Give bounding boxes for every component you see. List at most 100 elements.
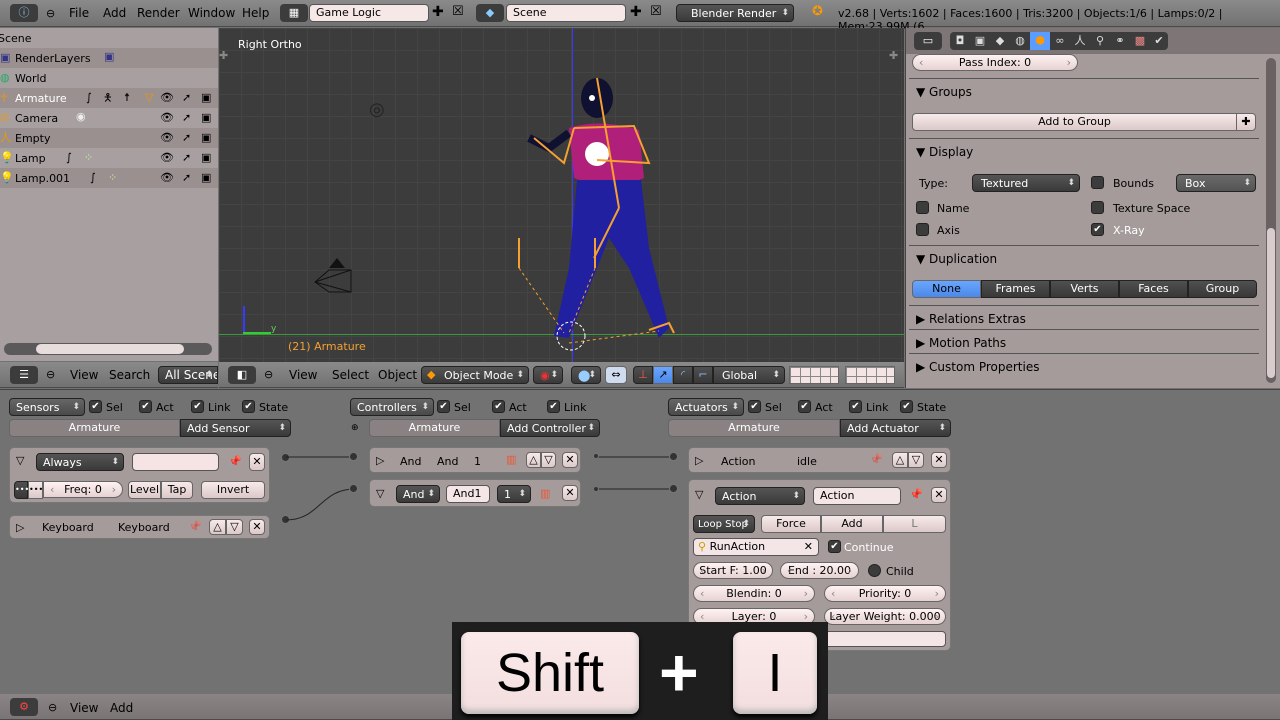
editor-type-properties-icon[interactable]: ▭: [914, 32, 942, 50]
object-data-tab-icon[interactable]: 人: [1070, 32, 1090, 50]
pin-icon[interactable]: 📌: [909, 489, 923, 501]
dupli-faces-button[interactable]: Faces: [1119, 280, 1188, 298]
layer-buttons-1[interactable]: [789, 366, 839, 384]
manipulator-toggle[interactable]: ⇔: [605, 366, 627, 384]
eye-icon[interactable]: 👁: [160, 92, 174, 104]
scene-selector-icon[interactable]: ◆: [476, 4, 504, 22]
bone-constraints-tab-icon[interactable]: ⚭: [1110, 32, 1130, 50]
render-camera-icon[interactable]: ▣: [201, 172, 211, 184]
controller-output-socket[interactable]: [593, 453, 599, 459]
render-camera-icon[interactable]: ▣: [201, 112, 211, 124]
controller-name-field[interactable]: And1: [446, 485, 490, 503]
scrollbar-thumb[interactable]: [36, 344, 184, 354]
world-tab-icon[interactable]: ◍: [1010, 32, 1030, 50]
viewport-menu-select[interactable]: Select: [332, 368, 369, 382]
translate-manipulator-icon[interactable]: ⊥: [633, 366, 653, 384]
move-up-button[interactable]: △: [892, 452, 908, 468]
collapse-triangle-icon[interactable]: ▽: [695, 489, 703, 501]
add-group-plus-icon[interactable]: ✚: [1236, 113, 1256, 131]
remove-actuator-button[interactable]: ✕: [931, 487, 947, 503]
bone-tab-icon[interactable]: ⚲: [1090, 32, 1110, 50]
eye-icon[interactable]: 👁: [160, 172, 174, 184]
controllers-sel-checkbox[interactable]: ✔: [437, 400, 450, 413]
collapse-menu-icon[interactable]: ⊖: [46, 8, 55, 20]
render-camera-icon[interactable]: ▣: [201, 92, 211, 104]
controller-type-dropdown[interactable]: And: [396, 485, 440, 503]
mode-dropdown[interactable]: ◆ Object Mode: [421, 366, 529, 384]
select-cursor-icon[interactable]: ➚: [182, 172, 191, 184]
sensors-link-checkbox[interactable]: ✔: [191, 400, 204, 413]
bookmark-priority-icon[interactable]: ▥: [506, 454, 516, 466]
display-panel-header[interactable]: ▼ Display: [916, 145, 973, 159]
outliner-root-scene[interactable]: Scene: [0, 32, 32, 45]
sensor-name-field[interactable]: [132, 453, 219, 471]
remove-controller-button[interactable]: ✕: [562, 485, 578, 501]
eye-icon[interactable]: 👁: [160, 132, 174, 144]
add-actuator-dropdown[interactable]: Add Actuator: [840, 419, 951, 437]
actuators-dropdown[interactable]: Actuators: [668, 398, 744, 416]
start-frame-field[interactable]: Start F: 1.00: [693, 562, 773, 579]
pass-index-field[interactable]: Pass Index: 0: [912, 54, 1078, 71]
camera-data-icon[interactable]: ◉: [76, 111, 86, 123]
local-button[interactable]: L: [883, 515, 946, 533]
move-down-button[interactable]: ▽: [541, 452, 556, 468]
mesh-triangle-icon[interactable]: ▽: [145, 92, 153, 104]
constraint-icon[interactable]: ∫: [66, 152, 72, 164]
render-camera-icon[interactable]: ▣: [201, 152, 211, 164]
pivot-point-dropdown[interactable]: ⬤: [571, 366, 601, 384]
select-cursor-icon[interactable]: ➚: [182, 132, 191, 144]
constraint-icon[interactable]: ∫: [86, 92, 92, 104]
remove-controller-button[interactable]: ✕: [562, 452, 578, 468]
continue-checkbox[interactable]: ✔: [828, 540, 841, 553]
pin-icon[interactable]: 📌: [188, 521, 202, 533]
add-layout-icon[interactable]: ✚: [432, 5, 444, 19]
controller-input-socket[interactable]: [349, 484, 358, 493]
lamp-data-icon[interactable]: ⁘: [108, 172, 117, 184]
add-to-group-button[interactable]: Add to Group: [912, 113, 1237, 131]
bookmark-priority-icon[interactable]: ▥: [540, 488, 550, 500]
editor-type-outliner-icon[interactable]: ☰: [10, 366, 38, 384]
menu-file[interactable]: File: [69, 6, 89, 20]
collapse-menu-icon[interactable]: ⊖: [264, 369, 273, 381]
actuator-name-field[interactable]: Action: [813, 487, 901, 505]
child-checkbox[interactable]: [868, 564, 881, 577]
scale-manipulator-icon[interactable]: ⌐: [693, 366, 713, 384]
scrollbar-thumb[interactable]: [1267, 228, 1275, 378]
move-down-button[interactable]: ▽: [226, 519, 243, 535]
camera-object[interactable]: [311, 256, 355, 296]
pulse-true-button[interactable]: •••: [14, 481, 29, 499]
constraint-icon[interactable]: ∫: [90, 172, 96, 184]
constraints-tab-icon[interactable]: ∞: [1050, 32, 1070, 50]
controllers-act-checkbox[interactable]: ✔: [492, 400, 505, 413]
move-up-button[interactable]: △: [209, 519, 226, 535]
expand-triangle-icon[interactable]: ▷: [16, 522, 24, 534]
frame-property-field[interactable]: [824, 631, 946, 647]
bounds-type-dropdown[interactable]: Box: [1176, 174, 1256, 192]
render-camera-icon[interactable]: ▣: [201, 132, 211, 144]
dupli-frames-button[interactable]: Frames: [981, 280, 1050, 298]
actuators-state-checkbox[interactable]: ✔: [900, 400, 913, 413]
translate-arrow-icon[interactable]: ↗: [653, 366, 673, 384]
controller-state-dropdown[interactable]: 1: [497, 485, 531, 503]
controller-output-socket[interactable]: [593, 486, 599, 492]
render-engine-dropdown[interactable]: Blender Render: [676, 4, 794, 22]
bone-icon[interactable]: ☨: [124, 92, 130, 104]
collapse-menu-icon[interactable]: ⊖: [48, 702, 57, 714]
expand-triangle-icon[interactable]: ▷: [376, 455, 384, 467]
dupli-group-button[interactable]: Group: [1188, 280, 1257, 298]
layout-name-field[interactable]: Game Logic: [309, 4, 429, 22]
move-down-button[interactable]: ▽: [908, 452, 924, 468]
controllers-link-checkbox[interactable]: ✔: [547, 400, 560, 413]
scene-name-field[interactable]: Scene: [506, 4, 626, 22]
viewport-shading-dropdown[interactable]: ◉: [533, 366, 563, 384]
outliner-row-renderlayers[interactable]: ▣ RenderLayers ▣: [0, 48, 218, 68]
render-layers-tab-icon[interactable]: ▣: [970, 32, 990, 50]
collapse-triangle-icon[interactable]: ▽: [376, 488, 384, 500]
relations-extras-panel-header[interactable]: ▶ Relations Extras: [916, 312, 1026, 326]
controllers-dropdown[interactable]: Controllers: [350, 398, 434, 416]
delete-scene-icon[interactable]: ☒: [650, 5, 662, 18]
actuators-link-checkbox[interactable]: ✔: [849, 400, 862, 413]
invert-button[interactable]: Invert: [201, 481, 265, 499]
menu-add[interactable]: Add: [103, 6, 126, 20]
delete-layout-icon[interactable]: ☒: [452, 5, 464, 18]
